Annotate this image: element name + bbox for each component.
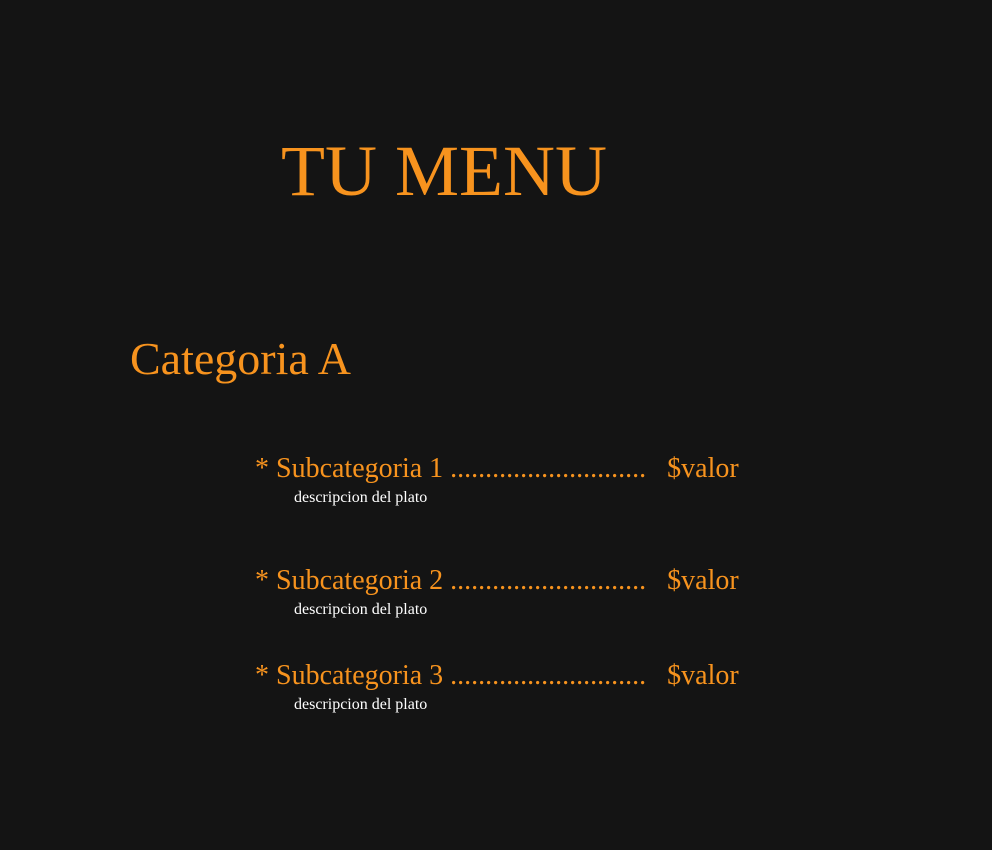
menu-item-line: * Subcategoria 2 .......................… [255,564,739,598]
menu-title: TU MENU [281,131,607,211]
menu-item-price: $valor [667,453,739,484]
menu-item-leader: ............................ [450,660,647,691]
menu-item-leader: ............................ [450,565,647,596]
menu-item-price: $valor [667,660,739,691]
menu-item: * Subcategoria 3 .......................… [255,659,855,719]
menu-item-bullet: * [255,453,269,484]
category-title: Categoria A [130,333,351,384]
menu-item-description: descripcion del plato [294,601,428,618]
menu-item-leader: ............................ [450,453,647,484]
menu-item-description: descripcion del plato [294,489,428,506]
menu-item-line: * Subcategoria 3 .......................… [255,659,739,693]
menu-item-name: Subcategoria 3 [276,660,444,691]
menu-item-price: $valor [667,565,739,596]
menu-item-name: Subcategoria 2 [276,565,444,596]
menu-item: * Subcategoria 1 .......................… [255,452,855,512]
menu-item-line: * Subcategoria 1 .......................… [255,452,739,486]
menu-item-bullet: * [255,660,269,691]
menu-item-name: Subcategoria 1 [276,453,444,484]
menu-item-description: descripcion del plato [294,696,428,713]
menu-item: * Subcategoria 2 .......................… [255,564,855,624]
menu-item-bullet: * [255,565,269,596]
